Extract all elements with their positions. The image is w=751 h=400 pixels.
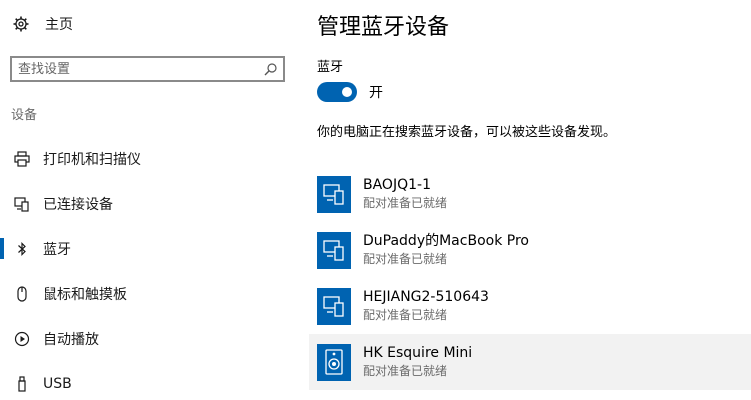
device-status: 配对准备已就绪 <box>363 364 448 378</box>
device-name: HK Esquire Mini <box>363 345 473 361</box>
usb-icon <box>13 375 31 393</box>
sidebar-item-usb[interactable]: USB <box>0 361 300 400</box>
sidebar-item-printers[interactable]: 打印机和扫描仪 <box>0 136 300 181</box>
sidebar-item-label: 鼠标和触摸板 <box>43 286 127 303</box>
speaker-icon <box>317 343 351 381</box>
sidebar-item-label: 已连接设备 <box>43 196 113 213</box>
bluetooth-toggle[interactable] <box>317 82 357 102</box>
sidebar-item-label: 蓝牙 <box>43 241 71 258</box>
device-list: BAOJQ1-1 配对准备已就绪 DuPaddy的MacBook Pro 配对准… <box>309 166 751 390</box>
sidebar-item-autoplay[interactable]: 自动播放 <box>0 316 300 361</box>
sidebar-item-label: USB <box>43 375 72 392</box>
printer-icon <box>13 150 31 168</box>
computer-icon <box>317 175 351 213</box>
device-name: HEJIANG2-510643 <box>363 289 489 305</box>
autoplay-icon <box>13 330 31 348</box>
section-title: 设备 <box>11 108 38 123</box>
sidebar-nav: 打印机和扫描仪 已连接设备 蓝牙 鼠标和触摸板 自动播放 USB <box>0 136 300 400</box>
computer-icon <box>317 231 351 269</box>
sidebar-item-label: 自动播放 <box>43 331 99 348</box>
device-item[interactable]: BAOJQ1-1 配对准备已就绪 <box>309 166 751 222</box>
computer-icon <box>317 287 351 325</box>
device-name: DuPaddy的MacBook Pro <box>363 233 529 249</box>
device-status: 配对准备已就绪 <box>363 308 448 322</box>
device-status: 配对准备已就绪 <box>363 196 448 210</box>
device-item[interactable]: HEJIANG2-510643 配对准备已就绪 <box>309 278 751 334</box>
sidebar-item-connected-devices[interactable]: 已连接设备 <box>0 181 300 226</box>
bluetooth-icon <box>13 240 31 258</box>
search-box[interactable] <box>10 56 285 82</box>
toggle-knob <box>342 87 352 97</box>
gear-icon <box>12 15 30 33</box>
device-name: BAOJQ1-1 <box>363 177 431 193</box>
sidebar-item-label: 打印机和扫描仪 <box>43 151 141 168</box>
home-label: 主页 <box>45 17 73 33</box>
sidebar: 主页 设备 打印机和扫描仪 <box>0 0 300 400</box>
home-nav-item[interactable]: 主页 <box>12 14 73 34</box>
bluetooth-label: 蓝牙 <box>317 60 344 75</box>
connected-devices-icon <box>13 195 31 213</box>
device-item[interactable]: DuPaddy的MacBook Pro 配对准备已就绪 <box>309 222 751 278</box>
mouse-icon <box>13 285 31 303</box>
discovery-status-text: 你的电脑正在搜索蓝牙设备，可以被这些设备发现。 <box>317 125 617 140</box>
page-title: 管理蓝牙设备 <box>317 15 450 40</box>
main-panel: 管理蓝牙设备 蓝牙 开 你的电脑正在搜索蓝牙设备，可以被这些设备发现。 BAOJ… <box>300 0 751 400</box>
device-item-selected[interactable]: HK Esquire Mini 配对准备已就绪 <box>309 334 751 390</box>
sidebar-item-bluetooth[interactable]: 蓝牙 <box>0 226 300 271</box>
toggle-state-label: 开 <box>369 85 383 101</box>
search-icon[interactable] <box>263 62 277 76</box>
bluetooth-toggle-row: 开 <box>317 82 383 102</box>
device-status: 配对准备已就绪 <box>363 252 448 266</box>
sidebar-item-mouse[interactable]: 鼠标和触摸板 <box>0 271 300 316</box>
search-input[interactable] <box>18 61 263 77</box>
